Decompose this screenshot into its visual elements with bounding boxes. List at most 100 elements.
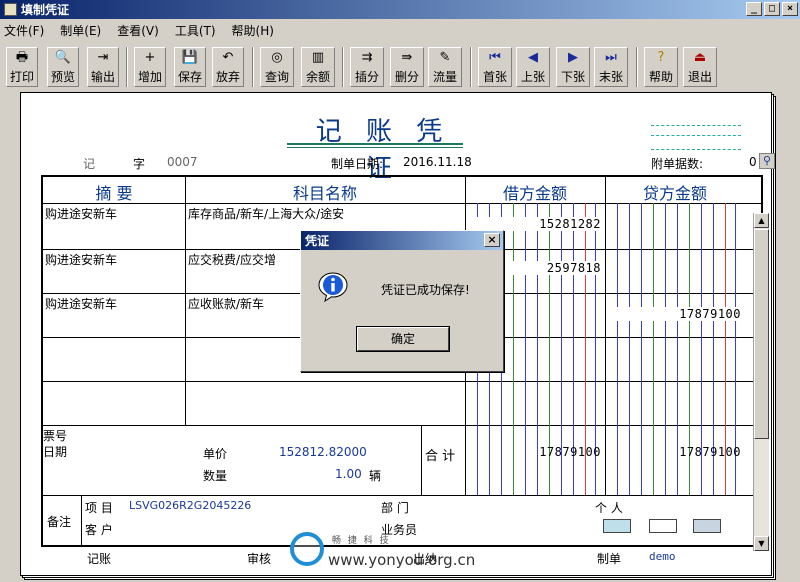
- scroll-up-icon[interactable]: ▲: [754, 213, 769, 228]
- grid-line: [81, 495, 82, 545]
- row2-account[interactable]: 应交税费/应交增: [188, 251, 276, 268]
- row3-summary[interactable]: 购进途安新车: [45, 295, 117, 312]
- row2-summary[interactable]: 购进途安新车: [45, 251, 117, 268]
- maximize-button[interactable]: □: [764, 2, 780, 16]
- cashflow-button[interactable]: ✎ 流量: [428, 47, 462, 87]
- dept-label: 部 门: [381, 501, 409, 515]
- toolbar: 🖶 打印 🔍 预览 ⇥ 输出 + 增加 💾 保存 ↶ 放弃 ◎ 查询 ▥ 余额 ⇉ 插分 ⇛ 删分 …: [0, 42, 800, 90]
- toolbar-separator: [470, 47, 472, 87]
- voucher-type[interactable]: 记: [83, 155, 95, 172]
- attach-label: 附单据数:: [651, 157, 704, 171]
- maker-value: demo: [649, 550, 676, 563]
- save-success-dialog: 凭证 × 凭证已成功保存! 确定: [300, 230, 504, 372]
- grid-line: [421, 425, 422, 495]
- pencil-icon: ✎: [439, 50, 451, 65]
- date-row-label: 日期: [43, 445, 68, 459]
- voucher-date[interactable]: 2016.11.18: [403, 155, 472, 169]
- add-icon: +: [144, 50, 156, 65]
- first-icon: ⏮: [489, 50, 501, 65]
- next-voucher-button[interactable]: ▶ 下张: [556, 47, 590, 87]
- last-icon: ⏭: [605, 50, 617, 65]
- toolbar-separator: [342, 47, 344, 87]
- audit-label: 审核: [247, 552, 272, 566]
- remark-label: 备注: [47, 515, 72, 529]
- search-icon[interactable]: ⚲: [759, 153, 775, 169]
- delete-entry-button[interactable]: ⇛ 删分: [390, 47, 424, 87]
- header-debit: 借方金额: [502, 184, 567, 203]
- menu-file[interactable]: 文件(F): [4, 22, 44, 39]
- attach-count[interactable]: 0: [749, 155, 757, 169]
- header-account: 科目名称: [292, 184, 357, 203]
- dialog-title: 凭证: [305, 234, 330, 248]
- next-icon: ▶: [568, 50, 578, 65]
- balance-button[interactable]: ▥ 余额: [301, 47, 335, 87]
- menu-help[interactable]: 帮助(H): [232, 22, 274, 39]
- row3-account[interactable]: 应收账款/新车: [188, 295, 264, 312]
- first-voucher-button[interactable]: ⏮ 首张: [478, 47, 512, 87]
- title-underline: [287, 143, 463, 145]
- watermark-sub: 畅 捷 科 技: [332, 536, 391, 546]
- menu-tools[interactable]: 工具(T): [175, 22, 216, 39]
- project-label: 项 目: [85, 501, 113, 515]
- menu-make[interactable]: 制单(E): [60, 22, 101, 39]
- print-button[interactable]: 🖶 打印: [6, 47, 38, 87]
- insert-entry-button[interactable]: ⇉ 插分: [350, 47, 384, 87]
- printer-icon: 🖶: [15, 50, 29, 65]
- save-button[interactable]: 💾 保存: [174, 47, 206, 87]
- row1-summary[interactable]: 购进途安新车: [45, 205, 117, 222]
- tools-icon[interactable]: [693, 519, 721, 533]
- row3-credit[interactable]: 17879100: [607, 307, 741, 321]
- insert-row-icon: ⇉: [361, 50, 373, 65]
- add-button[interactable]: + 增加: [134, 47, 166, 87]
- binoculars-icon: ◎: [271, 50, 283, 65]
- dashed-line: [651, 149, 741, 150]
- export-button[interactable]: ⇥ 输出: [87, 47, 119, 87]
- vertical-scrollbar[interactable]: ▲ ▼: [753, 213, 769, 551]
- help-button[interactable]: ? 帮助: [644, 47, 678, 87]
- delete-row-icon: ⇛: [401, 50, 413, 65]
- query-button[interactable]: ◎ 查询: [260, 47, 294, 87]
- dialog-message: 凭证已成功保存!: [381, 283, 470, 297]
- row1-debit[interactable]: 15281282: [467, 217, 601, 231]
- grid-line: [43, 495, 761, 496]
- preview-icon: 🔍: [54, 50, 72, 65]
- window-titlebar: 填制凭证 _ □ ×: [0, 0, 800, 19]
- ok-button[interactable]: 确定: [357, 327, 449, 351]
- voucher-number[interactable]: 0007: [167, 155, 198, 169]
- dialog-close-button[interactable]: ×: [484, 233, 500, 247]
- price-value[interactable]: 152812.82000: [279, 445, 367, 459]
- undo-icon: ↶: [222, 50, 234, 65]
- close-button[interactable]: ×: [782, 2, 798, 16]
- row1-account[interactable]: 库存商品/新车/上海大众/途安: [188, 205, 344, 222]
- window-title: 填制凭证: [21, 3, 70, 17]
- discard-button[interactable]: ↶ 放弃: [212, 47, 244, 87]
- project-value[interactable]: LSVG026R2G2045226: [129, 499, 251, 512]
- qty-unit: 辆: [369, 469, 382, 483]
- toolbar-separator: [126, 47, 128, 87]
- prev-voucher-button[interactable]: ◀ 上张: [516, 47, 550, 87]
- menu-bar: 文件(F) 制单(E) 查看(V) 工具(T) 帮助(H): [0, 19, 800, 41]
- exit-icon: ⏏: [693, 50, 707, 65]
- dashed-line: [651, 135, 741, 136]
- menu-view[interactable]: 查看(V): [117, 22, 159, 39]
- title-underline: [287, 147, 463, 148]
- qty-value[interactable]: 1.00: [335, 467, 362, 481]
- header-credit: 贷方金额: [642, 184, 707, 203]
- screen-icon[interactable]: [649, 519, 677, 533]
- preview-button[interactable]: 🔍 预览: [47, 47, 79, 87]
- minimize-button[interactable]: _: [746, 2, 762, 16]
- scroll-down-icon[interactable]: ▼: [754, 536, 769, 551]
- last-voucher-button[interactable]: ⏭ 末张: [594, 47, 628, 87]
- toolbar-separator: [252, 47, 254, 87]
- scroll-thumb[interactable]: [754, 229, 769, 439]
- prev-icon: ◀: [528, 50, 538, 65]
- help-icon: ?: [657, 50, 665, 65]
- grid-line: [605, 177, 606, 495]
- watermark-url: www.yonyou.org.cn: [328, 551, 476, 569]
- exit-button[interactable]: ⏏ 退出: [683, 47, 717, 87]
- voucher-title: 记 账 凭 证: [315, 117, 451, 184]
- card-icon[interactable]: [603, 519, 631, 533]
- save-icon: 💾: [181, 50, 199, 65]
- info-icon: [318, 272, 348, 303]
- total-label: 合 计: [425, 449, 456, 464]
